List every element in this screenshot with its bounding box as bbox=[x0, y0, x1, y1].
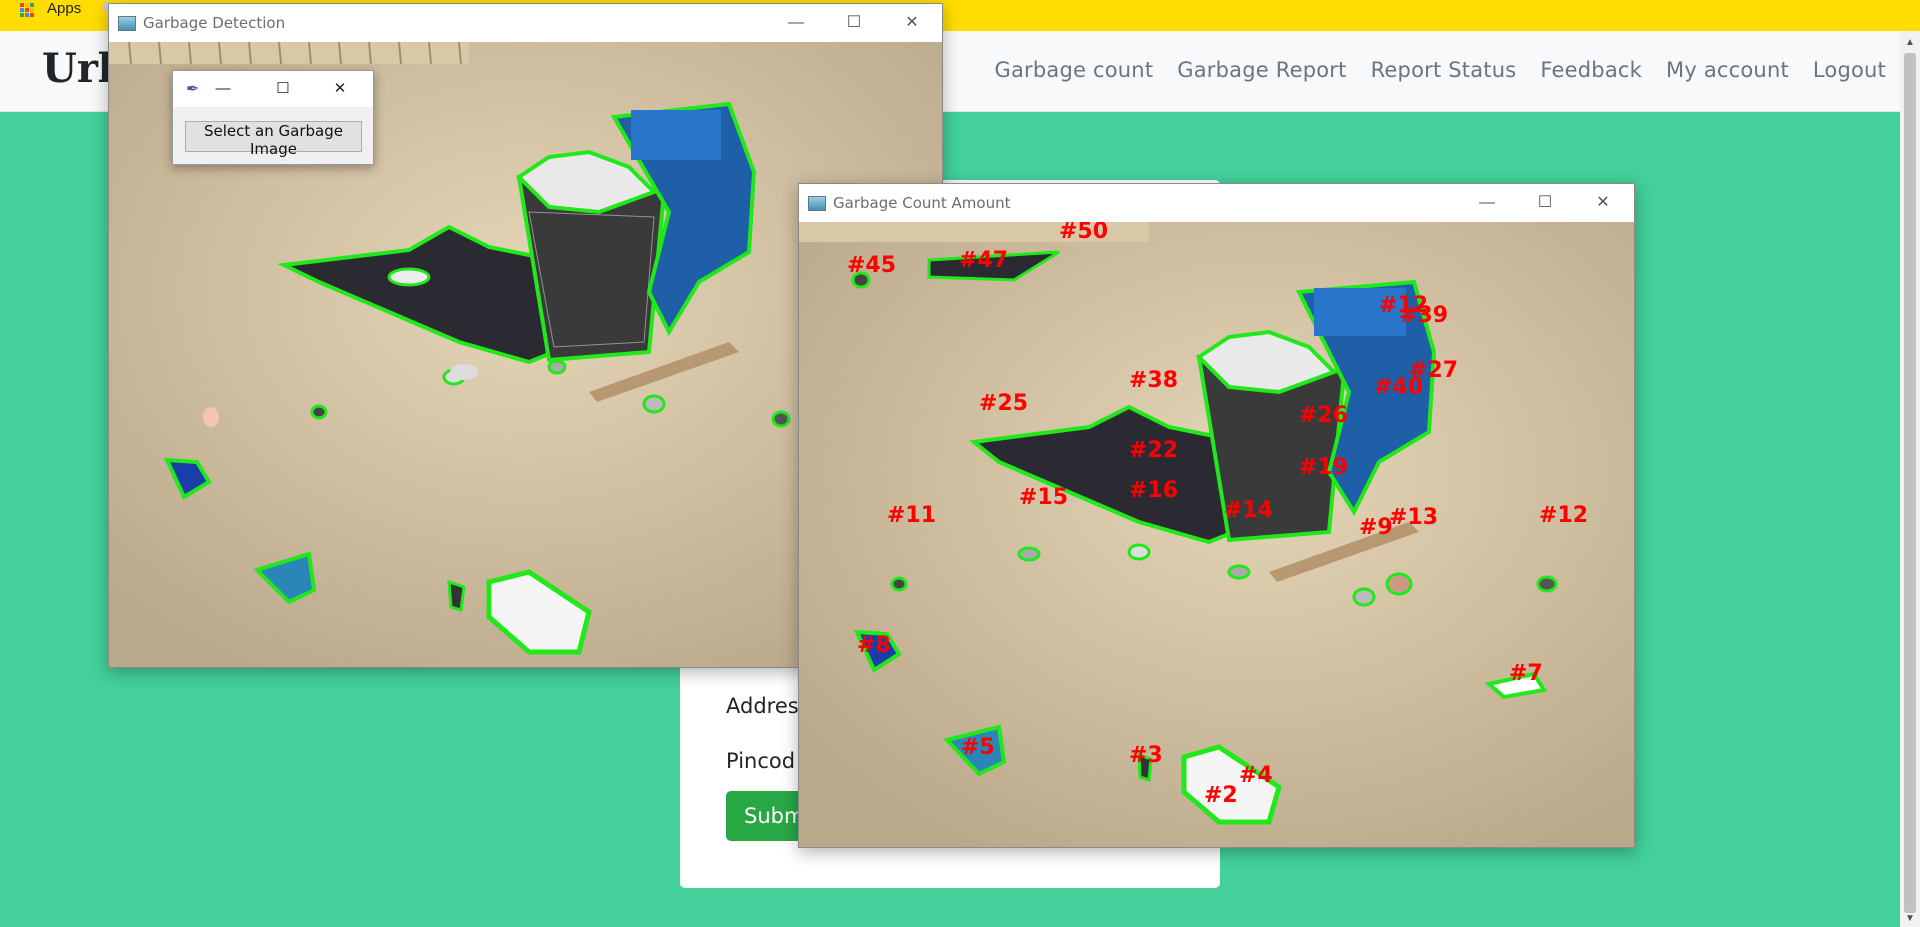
scroll-thumb[interactable] bbox=[1904, 53, 1916, 913]
count-label: #16 bbox=[1129, 478, 1178, 503]
count-label: #25 bbox=[979, 391, 1028, 416]
count-label: #12 bbox=[1539, 503, 1588, 528]
nav-report-status[interactable]: Report Status bbox=[1371, 58, 1517, 82]
count-scene: #45 #47 #50 #38 #40 #27 #39 #12 #25 #26 … bbox=[799, 222, 1634, 847]
minimize-icon[interactable]: — bbox=[767, 4, 825, 42]
close-icon[interactable]: ✕ bbox=[883, 4, 941, 42]
count-image: #45 #47 #50 #38 #40 #27 #39 #12 #25 #26 … bbox=[799, 222, 1634, 847]
window-title: Garbage Detection bbox=[143, 14, 286, 32]
count-label: #45 bbox=[847, 253, 896, 278]
address-label: Addres bbox=[726, 694, 799, 718]
count-label: #19 bbox=[1299, 455, 1348, 480]
apps-label[interactable]: Apps bbox=[47, 0, 81, 17]
window-titlebar[interactable]: Garbage Detection — ☐ ✕ bbox=[109, 4, 942, 42]
count-label: #27 bbox=[1409, 358, 1458, 383]
maximize-icon[interactable]: ☐ bbox=[258, 71, 308, 107]
garbage-count-window[interactable]: Garbage Count Amount — ☐ ✕ #45 #47 #50 #… bbox=[798, 183, 1635, 848]
maximize-icon[interactable]: ☐ bbox=[1516, 184, 1574, 222]
count-label: #47 bbox=[959, 248, 1008, 273]
scroll-up-icon[interactable]: ▲ bbox=[1900, 35, 1920, 51]
close-icon[interactable]: ✕ bbox=[315, 71, 365, 107]
nav-garbage-report[interactable]: Garbage Report bbox=[1177, 58, 1346, 82]
count-label: #2 bbox=[1204, 783, 1238, 808]
dialog-titlebar[interactable]: ✒ — ☐ ✕ bbox=[173, 71, 373, 107]
count-label: #9 bbox=[1359, 515, 1393, 540]
count-label: #12 bbox=[1379, 293, 1428, 318]
nav-garbage-count[interactable]: Garbage count bbox=[995, 58, 1154, 82]
select-image-dialog[interactable]: ✒ — ☐ ✕ Select an Garbage Image bbox=[172, 70, 374, 165]
count-label: #13 bbox=[1389, 505, 1438, 530]
count-label: #26 bbox=[1299, 403, 1348, 428]
window-titlebar[interactable]: Garbage Count Amount — ☐ ✕ bbox=[799, 184, 1634, 222]
count-label: #3 bbox=[1129, 743, 1163, 768]
count-label: #15 bbox=[1019, 485, 1068, 510]
minimize-icon[interactable]: — bbox=[1458, 184, 1516, 222]
app-icon bbox=[808, 196, 826, 211]
nav-links: Garbage count Garbage Report Report Stat… bbox=[995, 58, 1887, 82]
pincode-label: Pincod bbox=[726, 749, 796, 773]
window-title: Garbage Count Amount bbox=[833, 194, 1011, 212]
count-label: #22 bbox=[1129, 438, 1178, 463]
app-icon bbox=[118, 16, 136, 31]
count-label: #7 bbox=[1509, 661, 1543, 686]
count-label: #50 bbox=[1059, 222, 1108, 244]
scroll-down-icon[interactable]: ▼ bbox=[1900, 911, 1920, 927]
count-label: #8 bbox=[857, 633, 891, 658]
count-label: #5 bbox=[961, 735, 995, 760]
count-label: #11 bbox=[887, 503, 936, 528]
count-label: #4 bbox=[1239, 763, 1273, 788]
close-icon[interactable]: ✕ bbox=[1574, 184, 1632, 222]
page-scrollbar[interactable]: ▲ ▼ bbox=[1900, 31, 1920, 927]
count-label: #38 bbox=[1129, 368, 1178, 393]
apps-grid-icon[interactable] bbox=[20, 3, 34, 17]
count-label: #14 bbox=[1224, 498, 1273, 523]
nav-feedback[interactable]: Feedback bbox=[1540, 58, 1642, 82]
maximize-icon[interactable]: ☐ bbox=[825, 4, 883, 42]
nav-logout[interactable]: Logout bbox=[1813, 58, 1886, 82]
minimize-icon[interactable]: — bbox=[198, 71, 248, 107]
select-garbage-image-button[interactable]: Select an Garbage Image bbox=[185, 121, 362, 158]
nav-my-account[interactable]: My account bbox=[1666, 58, 1789, 82]
